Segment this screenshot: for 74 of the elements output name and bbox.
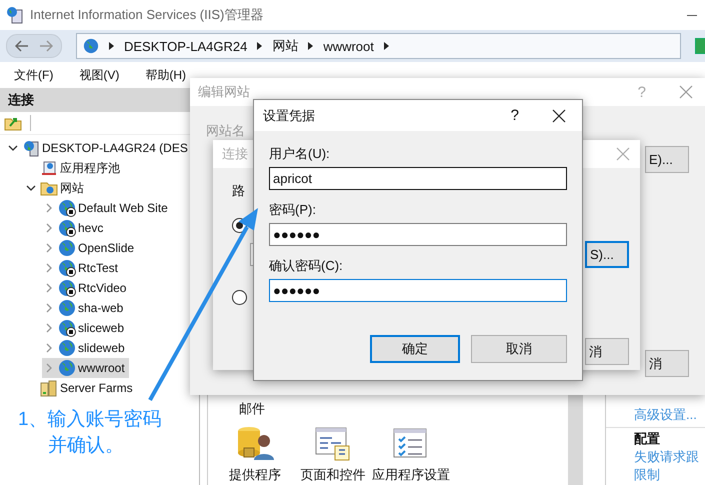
- field-label: 确认密码(C):: [269, 257, 344, 275]
- field-label: 密码(P):: [269, 201, 317, 219]
- window-title: Internet Information Services (IIS)管理器: [30, 6, 264, 24]
- tree-item[interactable]: sha-web: [42, 298, 128, 318]
- globe-icon: [58, 199, 76, 217]
- iis-app-icon: [6, 6, 24, 24]
- breadcrumb[interactable]: DESKTOP-LA4GR24: [124, 38, 248, 54]
- menu-item[interactable]: 帮助(H): [137, 66, 194, 84]
- field-label: 路: [232, 182, 246, 200]
- server-icon: [22, 139, 40, 157]
- cancel-button[interactable]: 消: [645, 350, 689, 377]
- chevron-down-icon[interactable]: [26, 183, 36, 193]
- triangle-right-icon[interactable]: [109, 42, 114, 50]
- select-button[interactable]: E)...: [645, 146, 689, 173]
- tree-item[interactable]: OpenSlide: [42, 238, 138, 258]
- tree-item[interactable]: wwwroot: [42, 358, 129, 378]
- tree-item[interactable]: slideweb: [42, 338, 129, 358]
- breadcrumb[interactable]: wwwroot: [323, 38, 374, 54]
- globe-icon: [58, 299, 76, 317]
- tree-item[interactable]: Default Web Site: [42, 198, 172, 218]
- ok-button[interactable]: 确定: [370, 335, 460, 363]
- field-label: 网站名: [206, 122, 246, 140]
- database-user-icon: [235, 426, 275, 462]
- feature-item[interactable]: 页面和控件: [294, 426, 372, 484]
- tree-item[interactable]: 应用程序池: [24, 158, 124, 178]
- forward-arrow-icon[interactable]: [39, 40, 53, 52]
- text-field[interactable]: ●●●●●●: [269, 223, 567, 246]
- breadcrumb[interactable]: 网站: [272, 37, 298, 55]
- triangle-right-icon[interactable]: [384, 42, 389, 50]
- globe-icon: [83, 38, 99, 54]
- globe-icon: [58, 239, 76, 257]
- back-forward-buttons[interactable]: [6, 34, 62, 58]
- feature-item[interactable]: 提供程序: [216, 426, 294, 484]
- globe-icon: [58, 279, 76, 297]
- section-heading: 配置: [606, 427, 705, 448]
- annotation-text: 1、输入账号密码 并确认。: [18, 408, 162, 458]
- globe-icon: [58, 339, 76, 357]
- set-button[interactable]: S)...: [585, 241, 629, 268]
- tree-item[interactable]: hevc: [42, 218, 108, 238]
- globe-icon: [58, 259, 76, 277]
- dialog-title: 连接: [222, 145, 248, 163]
- tree-item[interactable]: DESKTOP-LA4GR24 (DES: [6, 138, 192, 158]
- radio-button[interactable]: [232, 290, 247, 305]
- address-field[interactable]: DESKTOP-LA4GR24 网站 wwwroot: [76, 33, 681, 59]
- triangle-right-icon[interactable]: [308, 42, 314, 50]
- globe-icon: [58, 359, 76, 377]
- dialog-title: 设置凭据: [263, 106, 316, 124]
- tree-item[interactable]: sliceweb: [42, 318, 128, 338]
- field-label: 用户名(U):: [269, 145, 331, 163]
- feature-item[interactable]: 应用程序设置: [372, 426, 450, 484]
- chevron-down-icon[interactable]: [8, 143, 18, 153]
- minimize-icon[interactable]: [687, 14, 697, 16]
- dialog-title: 编辑网站: [198, 83, 251, 101]
- triangle-right-icon[interactable]: [257, 42, 262, 50]
- app-pool-icon: [40, 159, 58, 177]
- tree-item[interactable]: 网站: [24, 178, 88, 198]
- back-arrow-icon[interactable]: [15, 40, 29, 52]
- globe-icon: [58, 319, 76, 337]
- globe-icon: [58, 219, 76, 237]
- help-button[interactable]: ?: [510, 107, 519, 124]
- tree-item[interactable]: RtcTest: [42, 258, 122, 278]
- text-field[interactable]: ●●●●●●: [269, 279, 567, 302]
- tree-item[interactable]: Server Farms: [24, 378, 137, 398]
- cancel-button[interactable]: 消: [585, 338, 629, 365]
- server-farm-icon: [40, 379, 58, 397]
- tree-item[interactable]: RtcVideo: [42, 278, 130, 298]
- feature-label: 邮件: [238, 400, 266, 418]
- cancel-button[interactable]: 取消: [471, 335, 567, 363]
- folder-icon: [40, 180, 58, 196]
- menu-item[interactable]: 文件(F): [6, 66, 62, 84]
- menu-item[interactable]: 视图(V): [71, 66, 128, 84]
- close-icon[interactable]: [552, 108, 566, 122]
- folder-arrow-icon[interactable]: [4, 115, 22, 131]
- text-field[interactable]: apricot: [269, 167, 567, 190]
